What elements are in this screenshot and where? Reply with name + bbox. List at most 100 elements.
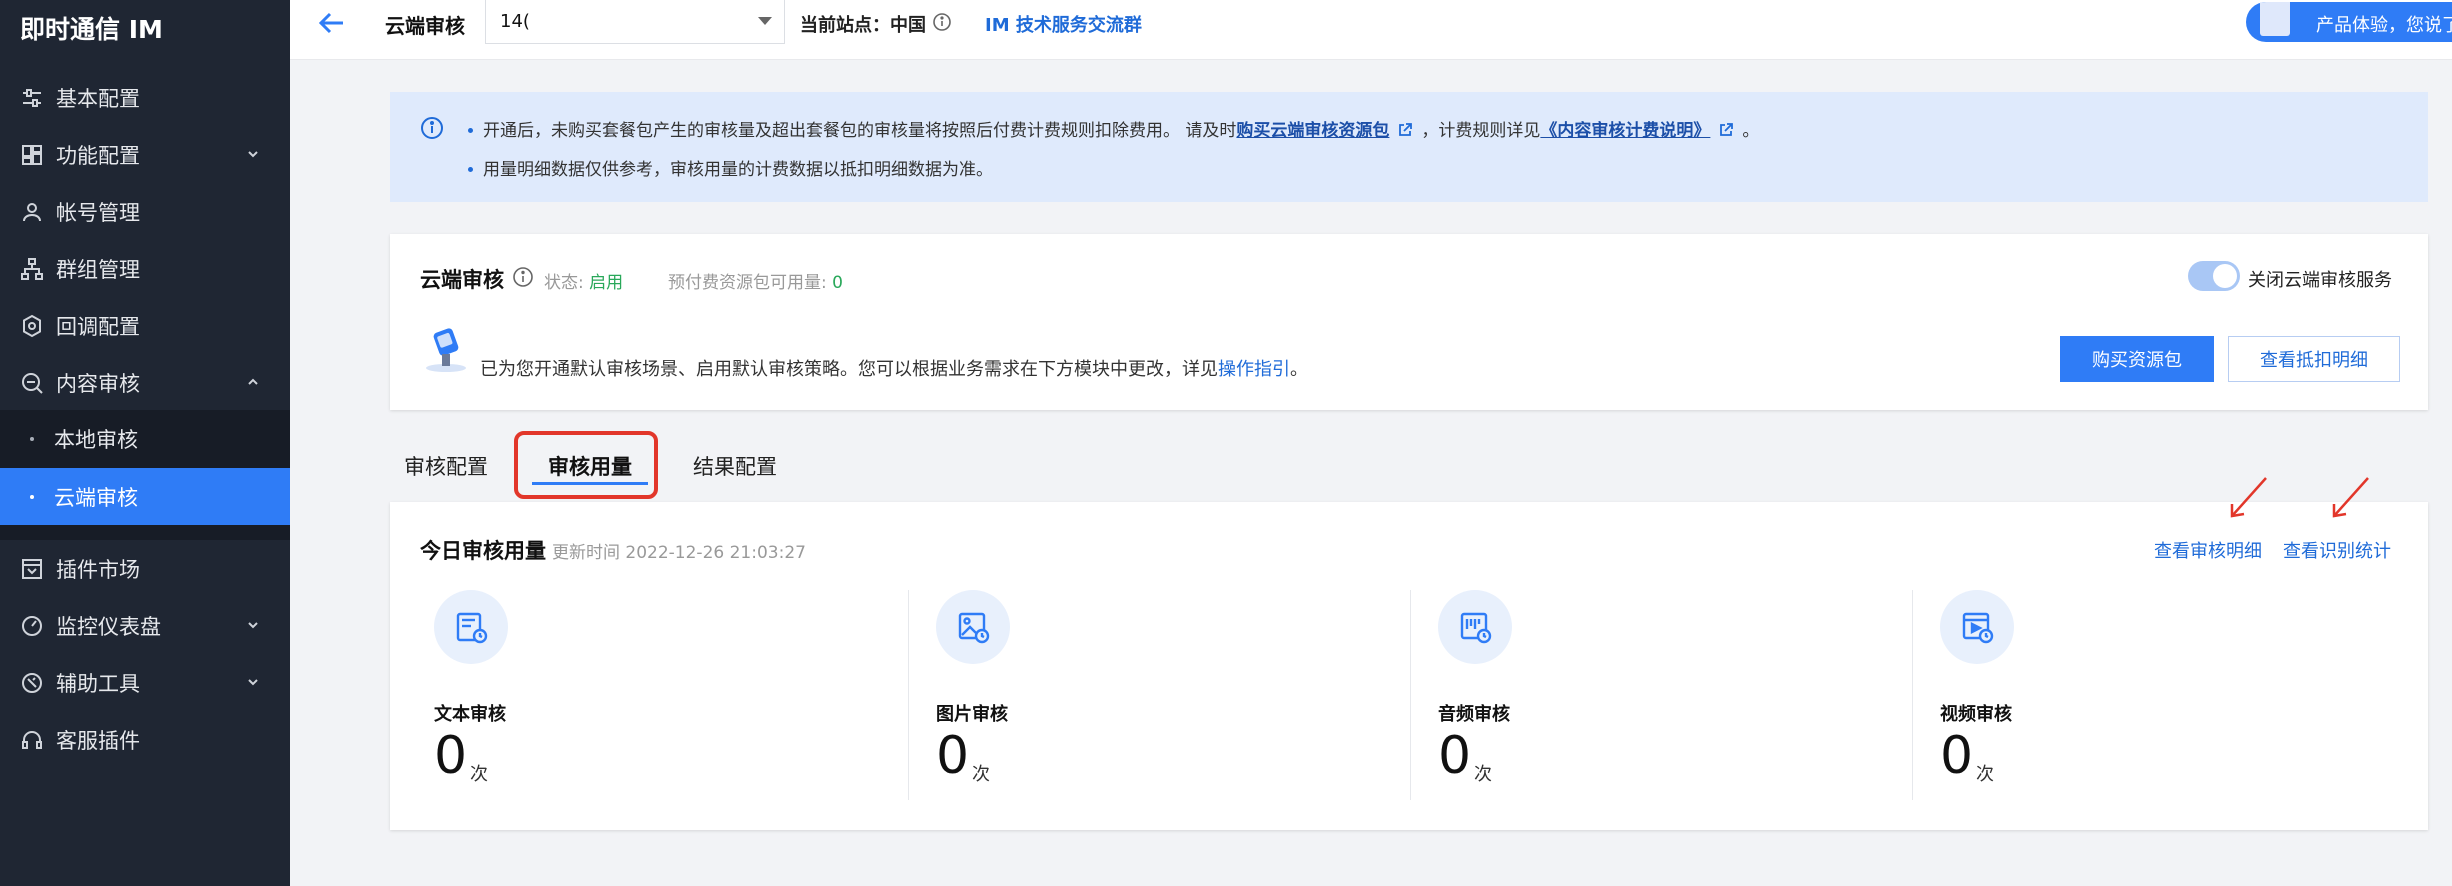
store-icon [20,557,44,581]
guide-link[interactable]: 操作指引 [1218,359,1290,380]
desc-text: 。 [1290,359,1308,380]
feedback-label: 产品体验，您说了 [2316,15,2452,36]
notice-line-1: 开通后，未购买套餐包产生的审核量及超出套餐包的审核量将按照后付费计费规则扣除费用… [468,116,1759,141]
billing-doc-link[interactable]: 《内容审核计费说明》 [1540,121,1710,141]
sidebar-item-plugin-market[interactable]: 插件市场 [0,540,290,597]
close-service-toggle[interactable] [2188,261,2240,291]
chevron-down-icon [248,679,258,686]
bullet-dot [30,436,34,441]
tech-group-link[interactable]: IM 技术服务交流群 [985,11,1142,37]
sidebar-item-feature-config[interactable]: 功能配置 [0,126,290,183]
info-icon[interactable] [512,266,534,288]
bullet-dot [468,128,473,133]
metric-unit: 次 [972,764,990,785]
brand-title: 即时通信 IM [20,15,163,44]
metric-value: 0 [434,726,468,786]
sidebar-item-monitor[interactable]: 监控仪表盘 [0,597,290,654]
notice-text: 用量明细数据仅供参考，审核用量的计费数据以抵扣明细数据为准。 [483,160,993,180]
view-audit-detail-link[interactable]: 查看审核明细 [2154,537,2262,563]
sidebar-item-account[interactable]: 帐号管理 [0,183,290,240]
sidebar-item-group[interactable]: 群组管理 [0,240,290,297]
sidebar: 即时通信 IM 基本配置 功能配置 帐号管理 群组管理 回调配置 内容审核 本地… [0,0,290,886]
status-text: 状态: 启用 [544,268,623,293]
metric-audio-audit: 音频审核 0 次 [1438,590,1938,800]
sidebar-item-support-plugin[interactable]: 客服插件 [0,711,290,768]
metric-unit: 次 [1976,764,1994,785]
sidebar-item-label: 插件市场 [56,557,140,582]
status-card-title: 云端审核 [420,268,504,292]
status-value: 启用 [589,273,624,293]
audio-audit-icon [1438,590,1512,664]
chevron-up-icon [248,378,258,385]
metric-value: 0 [1940,726,1974,786]
sidebar-item-label: 群组管理 [56,257,140,282]
view-recognition-stats-link[interactable]: 查看识别统计 [2283,537,2391,563]
notice-text: 。 [1742,121,1760,141]
current-site-label: 当前站点：中国 [800,15,926,36]
sidebar-item-label: 云端审核 [54,485,138,510]
caret-down-icon [758,17,772,25]
sidebar-item-label: 客服插件 [56,728,140,753]
prepaid-label: 预付费资源包可用量: [668,273,833,293]
metric-label: 图片审核 [936,704,1008,725]
usage-updated-time: 更新时间 2022-12-26 21:03:27 [552,543,806,563]
toggle-knob [2213,264,2237,288]
external-link-icon [1399,123,1413,136]
metric-divider [908,590,909,800]
chevron-down-icon [248,622,258,629]
sidebar-item-label: 辅助工具 [56,671,140,696]
bullet-dot [468,167,473,172]
bullet-dot [30,494,34,499]
sidebar-item-label: 内容审核 [56,371,140,396]
sliders-icon [20,86,44,110]
view-deduction-button[interactable]: 查看抵扣明细 [2228,336,2400,382]
today-usage-card: 今日审核用量 更新时间 2022-12-26 21:03:27 查看审核明细 查… [390,502,2428,830]
buy-package-link[interactable]: 购买云端审核资源包 [1236,121,1389,141]
notice-banner: 开通后，未购买套餐包产生的审核量及超出套餐包的审核量将按照后付费计费规则扣除费用… [390,92,2428,202]
metric-label: 视频审核 [1940,704,2012,725]
sidebar-item-callback[interactable]: 回调配置 [0,297,290,354]
metric-text-audit: 文本审核 0 次 [434,590,934,800]
prepaid-value: 0 [832,273,843,293]
sidebar-item-basic-config[interactable]: 基本配置 [0,69,290,126]
metric-unit: 次 [470,764,488,785]
metric-value: 0 [1438,726,1472,786]
metric-divider [1410,590,1411,800]
audit-search-icon [20,371,44,395]
top-bar: 云端审核 14( 当前站点：中国 IM 技术服务交流群 产品体验，您说了 [290,0,2452,60]
text-audit-icon [434,590,508,664]
tab-result-config[interactable]: 结果配置 [693,451,777,481]
sidebar-item-cloud-audit[interactable]: 云端审核 [0,468,290,525]
metric-label: 音频审核 [1438,704,1510,725]
tab-audit-config[interactable]: 审核配置 [404,451,488,481]
feedback-button[interactable]: 产品体验，您说了 [2246,2,2452,42]
toggle-label: 关闭云端审核服务 [2248,270,2392,291]
red-arrow-annotation [2230,477,2267,518]
page-title: 云端审核 [385,14,465,38]
status-label: 状态: [544,273,590,293]
notice-line-2: 用量明细数据仅供参考，审核用量的计费数据以抵扣明细数据为准。 [468,155,993,180]
metric-image-audit: 图片审核 0 次 [936,590,1436,800]
sidebar-item-label: 本地审核 [54,427,138,452]
sidebar-item-label: 监控仪表盘 [56,614,161,639]
usage-title: 今日审核用量 [420,539,546,563]
notice-text: 开通后，未购买套餐包产生的审核量及超出套餐包的审核量将按照后付费计费规则扣除费用… [483,121,1237,141]
sidebar-item-content-audit[interactable]: 内容审核 [0,354,290,411]
external-link-icon [1720,123,1734,136]
app-select[interactable]: 14( [485,0,785,44]
sidebar-item-label: 基本配置 [56,86,140,111]
buy-package-button[interactable]: 购买资源包 [2060,336,2214,382]
metric-unit: 次 [1474,764,1492,785]
sidebar-item-tools[interactable]: 辅助工具 [0,654,290,711]
info-icon[interactable] [932,12,952,32]
red-arrow-annotation [2332,477,2369,518]
image-audit-icon [936,590,1010,664]
prepaid-quota: 预付费资源包可用量: 0 [668,268,843,293]
metric-value: 0 [936,726,970,786]
back-arrow-icon[interactable] [317,10,347,36]
robot-illustration-icon [426,328,466,372]
metric-label: 文本审核 [434,704,506,725]
sidebar-item-local-audit[interactable]: 本地审核 [0,410,290,467]
status-description: 已为您开通默认审核场景、启用默认审核策略。您可以根据业务需求在下方模块中更改，详… [480,355,1308,381]
headset-icon [20,728,44,752]
